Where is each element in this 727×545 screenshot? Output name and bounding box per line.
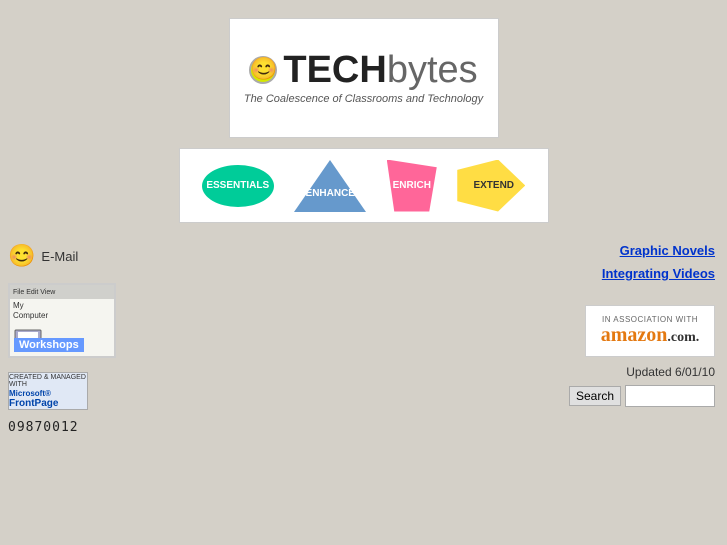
email-link[interactable]: 😊 E-Mail bbox=[8, 243, 130, 269]
logo-subtitle: The Coalescence of Classrooms and Techno… bbox=[244, 93, 483, 105]
logo-tech: TECH bbox=[283, 51, 386, 89]
logo-area: TECHbytes The Coalescence of Classrooms … bbox=[0, 0, 727, 138]
email-label: E-Mail bbox=[41, 249, 78, 264]
workshops-menu-text: File Edit View bbox=[13, 289, 55, 296]
visit-counter: 09870012 bbox=[8, 420, 130, 435]
right-sidebar: Graphic Novels Integrating Videos IN ASS… bbox=[530, 243, 727, 435]
workshops-label: Workshops bbox=[14, 338, 84, 352]
email-smiley-icon: 😊 bbox=[8, 243, 35, 269]
amazon-box[interactable]: IN ASSOCIATION WITH amazon.com. bbox=[585, 305, 715, 357]
left-sidebar: 😊 E-Mail File Edit View My Computer bbox=[0, 243, 130, 435]
main-layout: 😊 E-Mail File Edit View My Computer bbox=[0, 243, 727, 435]
workshops-box[interactable]: File Edit View My Computer Workshops bbox=[8, 283, 116, 358]
nav-box: ESSENTIALS ENHANCE ENRICH EXTEND bbox=[179, 148, 549, 223]
amazon-assoc-text: IN ASSOCIATION WITH bbox=[602, 315, 698, 324]
logo-box: TECHbytes The Coalescence of Classrooms … bbox=[229, 18, 499, 138]
frontpage-name: FrontPage bbox=[9, 398, 58, 409]
workshops-inner: File Edit View My Computer Workshops bbox=[10, 285, 114, 356]
logo-smiley-icon bbox=[249, 56, 277, 84]
integrating-videos-link[interactable]: Integrating Videos bbox=[602, 266, 715, 281]
search-input[interactable] bbox=[625, 385, 715, 407]
essentials-shape[interactable]: ESSENTIALS bbox=[202, 165, 274, 207]
updated-text: Updated 6/01/10 bbox=[626, 365, 715, 379]
enrich-shape[interactable]: ENRICH bbox=[387, 160, 437, 212]
search-row: Search bbox=[569, 385, 715, 407]
enrich-label: ENRICH bbox=[393, 180, 431, 191]
extend-label: EXTEND bbox=[473, 180, 514, 191]
logo-bytes: bytes bbox=[387, 51, 478, 89]
graphic-novels-link[interactable]: Graphic Novels bbox=[620, 243, 715, 258]
essentials-label: ESSENTIALS bbox=[206, 180, 269, 191]
right-links: Graphic Novels Integrating Videos bbox=[602, 243, 715, 289]
logo-title: TECHbytes bbox=[283, 51, 477, 89]
amazon-logo: amazon.com. bbox=[601, 324, 700, 347]
enhance-label: ENHANCE bbox=[306, 188, 355, 199]
extend-shape[interactable]: EXTEND bbox=[457, 160, 525, 212]
nav-essentials[interactable]: ESSENTIALS bbox=[202, 165, 274, 207]
frontpage-created-text: CREATED & MANAGED WITH bbox=[9, 374, 87, 388]
center-content bbox=[130, 243, 530, 435]
nav-enhance[interactable]: ENHANCE bbox=[294, 160, 366, 212]
enhance-shape[interactable]: ENHANCE bbox=[294, 160, 366, 212]
nav-extend[interactable]: EXTEND bbox=[457, 160, 525, 212]
nav-enrich[interactable]: ENRICH bbox=[387, 160, 437, 212]
search-button[interactable]: Search bbox=[569, 386, 621, 406]
frontpage-box: CREATED & MANAGED WITH Microsoft® FrontP… bbox=[8, 372, 88, 410]
workshops-menubar: File Edit View bbox=[10, 285, 114, 299]
frontpage-logo: Microsoft® FrontPage bbox=[9, 388, 87, 409]
nav-area: ESSENTIALS ENHANCE ENRICH EXTEND bbox=[0, 148, 727, 223]
